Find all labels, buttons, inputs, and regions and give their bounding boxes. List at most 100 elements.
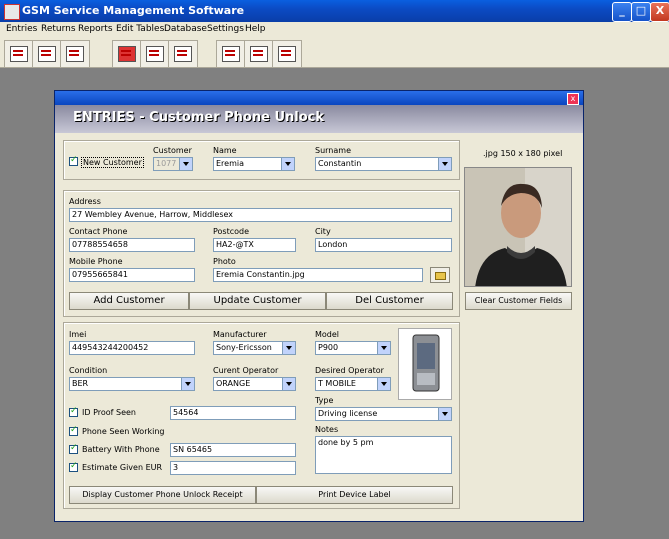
list-icon bbox=[250, 46, 268, 62]
dialog-header: ENTRIES - Customer Phone Unlock bbox=[55, 105, 583, 133]
new-customer-checkbox[interactable] bbox=[69, 155, 78, 166]
manufacturer-select[interactable]: Sony-Ericsson bbox=[213, 341, 296, 355]
list-icon bbox=[38, 46, 56, 62]
notes-label: Notes bbox=[315, 425, 339, 434]
manufacturer-value: Sony-Ericsson bbox=[216, 343, 272, 352]
chevron-down-icon bbox=[377, 342, 390, 354]
app-icon bbox=[4, 4, 20, 20]
phone-working-label: Phone Seen Working bbox=[82, 427, 165, 436]
notes-textarea[interactable]: done by 5 pm bbox=[315, 436, 452, 474]
tools-icon bbox=[222, 46, 240, 62]
name-select[interactable]: Eremia bbox=[213, 157, 295, 171]
estimate-input[interactable]: 3 bbox=[170, 461, 296, 475]
chevron-down-icon bbox=[181, 378, 194, 390]
manufacturer-label: Manufacturer bbox=[213, 330, 267, 339]
photo-label: Photo bbox=[213, 257, 236, 266]
toolbar-repair-return-button[interactable] bbox=[168, 40, 198, 68]
lock-icon bbox=[118, 46, 136, 62]
postcode-input[interactable]: HA2-@TX bbox=[213, 238, 296, 252]
condition-select[interactable]: BER bbox=[69, 377, 195, 391]
estimate-label: Estimate Given EUR bbox=[82, 463, 163, 472]
unlock-entry-icon bbox=[10, 46, 28, 62]
battery-input[interactable]: SN 65465 bbox=[170, 443, 296, 457]
mobile-phone-input[interactable]: 07955665841 bbox=[69, 268, 195, 282]
menu-help[interactable]: Help bbox=[245, 24, 266, 34]
address-input[interactable]: 27 Wembley Avenue, Harrow, Middlesex bbox=[69, 208, 452, 222]
city-input[interactable]: London bbox=[315, 238, 452, 252]
condition-value: BER bbox=[72, 379, 89, 388]
chevron-down-icon bbox=[282, 342, 295, 354]
type-select[interactable]: Driving license bbox=[315, 407, 452, 421]
clear-customer-fields-button[interactable]: Clear Customer Fields bbox=[465, 292, 572, 310]
imei-label: Imei bbox=[69, 330, 87, 339]
folder-icon bbox=[435, 272, 446, 280]
toolbar-list-report-button[interactable] bbox=[244, 40, 274, 68]
contact-phone-input[interactable]: 07788554658 bbox=[69, 238, 195, 252]
battery-checkbox[interactable] bbox=[69, 443, 78, 454]
current-operator-label: Curent Operator bbox=[213, 366, 279, 375]
photo-caption: .jpg 150 x 180 pixel bbox=[483, 149, 563, 158]
chevron-down-icon bbox=[281, 158, 294, 170]
phone-working-checkbox[interactable] bbox=[69, 425, 78, 436]
imei-input[interactable]: 449543244200452 bbox=[69, 341, 195, 355]
menu-entries[interactable]: Entries bbox=[6, 24, 37, 34]
print-device-label-button[interactable]: Print Device Label bbox=[256, 486, 453, 504]
desired-operator-label: Desired Operator bbox=[315, 366, 384, 375]
type-value: Driving license bbox=[318, 409, 378, 418]
customer-portrait-image bbox=[465, 168, 571, 286]
chevron-down-icon bbox=[438, 408, 451, 420]
menu-database[interactable]: Database bbox=[164, 24, 207, 34]
model-label: Model bbox=[315, 330, 340, 339]
menu-bar: Entries Returns Reports Edit Tables Data… bbox=[0, 22, 669, 38]
condition-label: Condition bbox=[69, 366, 108, 375]
add-customer-button[interactable]: Add Customer bbox=[69, 292, 189, 310]
battery-label: Battery With Phone bbox=[82, 445, 160, 454]
postcode-label: Postcode bbox=[213, 227, 250, 236]
id-proof-input[interactable]: 54564 bbox=[170, 406, 296, 420]
dialog-header-title: ENTRIES - Customer Phone Unlock bbox=[73, 110, 325, 125]
desired-operator-select[interactable]: T MOBILE bbox=[315, 377, 391, 391]
chevron-down-icon bbox=[377, 378, 390, 390]
address-label: Address bbox=[69, 197, 101, 206]
menu-reports[interactable]: Reports bbox=[78, 24, 113, 34]
display-receipt-button[interactable]: Display Customer Phone Unlock Receipt bbox=[69, 486, 256, 504]
dialog-close-button[interactable]: x bbox=[567, 93, 579, 105]
minimize-button[interactable]: _ bbox=[612, 2, 632, 22]
app-title-bar: GSM Service Management Software _ □ X bbox=[0, 0, 669, 22]
chevron-down-icon bbox=[282, 378, 295, 390]
stack-icon bbox=[278, 46, 296, 62]
contact-phone-label: Contact Phone bbox=[69, 227, 128, 236]
update-customer-button[interactable]: Update Customer bbox=[189, 292, 326, 310]
new-customer-label: New Customer bbox=[81, 157, 144, 168]
dialog-title-bar: x bbox=[55, 91, 583, 105]
surname-select[interactable]: Constantin bbox=[315, 157, 452, 171]
toolbar-unlock-return-button[interactable] bbox=[112, 40, 142, 68]
model-value: P900 bbox=[318, 343, 339, 352]
menu-settings[interactable]: Settings bbox=[207, 24, 244, 34]
toolbar-repair-report-button[interactable] bbox=[272, 40, 302, 68]
photo-input[interactable]: Eremia Constantin.jpg bbox=[213, 268, 423, 282]
maximize-button[interactable]: □ bbox=[631, 2, 651, 22]
browse-photo-button[interactable] bbox=[430, 267, 450, 283]
toolbar-list-entry-button[interactable] bbox=[32, 40, 62, 68]
name-label: Name bbox=[213, 146, 237, 155]
customer-id-select[interactable]: 1077 bbox=[153, 157, 193, 171]
menu-edit-tables[interactable]: Edit Tables bbox=[116, 24, 164, 34]
type-label: Type bbox=[315, 396, 334, 405]
del-customer-button[interactable]: Del Customer bbox=[326, 292, 453, 310]
chevron-down-icon bbox=[179, 158, 192, 170]
estimate-checkbox[interactable] bbox=[69, 461, 78, 472]
toolbar-unlock-report-button[interactable] bbox=[216, 40, 246, 68]
name-value: Eremia bbox=[216, 159, 245, 168]
current-operator-select[interactable]: ORANGE bbox=[213, 377, 296, 391]
app-title: GSM Service Management Software bbox=[22, 4, 245, 17]
desired-operator-value: T MOBILE bbox=[318, 379, 356, 388]
toolbar-repair-entry-button[interactable] bbox=[60, 40, 90, 68]
menu-returns[interactable]: Returns bbox=[41, 24, 76, 34]
id-proof-checkbox[interactable] bbox=[69, 406, 78, 417]
close-button[interactable]: X bbox=[650, 2, 669, 22]
toolbar-unlock-entry-button[interactable] bbox=[4, 40, 34, 68]
model-select[interactable]: P900 bbox=[315, 341, 391, 355]
phone-model-image bbox=[398, 328, 452, 400]
toolbar-list-return-button[interactable] bbox=[140, 40, 170, 68]
